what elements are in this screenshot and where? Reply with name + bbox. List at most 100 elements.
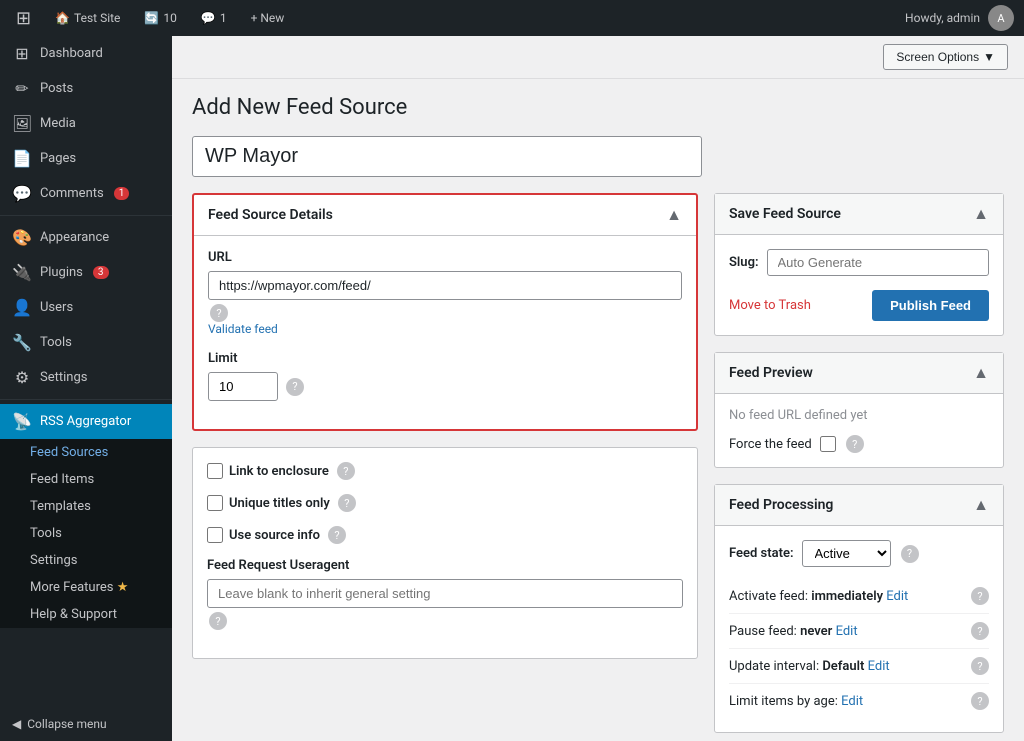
sidebar-sub-feed-sources[interactable]: Feed Sources — [0, 439, 172, 466]
screen-options-button[interactable]: Screen Options ▼ — [883, 44, 1008, 70]
user-greeting: Howdy, admin A — [905, 5, 1014, 31]
feed-state-select[interactable]: Active Paused Disabled — [802, 540, 891, 567]
sidebar-item-comments[interactable]: 💬 Comments 1 — [0, 176, 172, 211]
sidebar-item-tools[interactable]: 🔧 Tools — [0, 325, 172, 360]
collapse-menu[interactable]: ◀ Collapse menu — [0, 707, 172, 741]
save-feed-source-title: Save Feed Source — [729, 206, 841, 222]
sidebar-sub-tools[interactable]: Tools — [0, 520, 172, 547]
comments-link[interactable]: 💬 1 — [195, 0, 233, 36]
activate-feed-text: Activate feed: immediately Edit — [729, 589, 969, 604]
feed-source-details-metabox: Feed Source Details ▲ URL ? — [192, 193, 698, 431]
feed-state-help-icon[interactable]: ? — [901, 545, 919, 563]
pause-feed-edit-link[interactable]: Edit — [836, 624, 858, 639]
main-column: Feed Source Details ▲ URL ? — [192, 193, 698, 675]
link-to-enclosure-checkbox[interactable] — [207, 463, 223, 479]
feed-request-help-icon[interactable]: ? — [209, 612, 227, 630]
use-source-info-row: Use source info ? — [207, 526, 683, 544]
sidebar-divider-1 — [0, 215, 172, 216]
update-interval-text: Update interval: Default Edit — [729, 659, 969, 674]
slug-input[interactable] — [767, 249, 989, 276]
main-layout: ⊞ Dashboard ✏ Posts 🖼 Media 📄 Pages 💬 Co… — [0, 36, 1024, 741]
feed-preview-body: No feed URL defined yet Force the feed ? — [715, 394, 1003, 467]
force-feed-help-icon[interactable]: ? — [846, 435, 864, 453]
sidebar-item-posts[interactable]: ✏ Posts — [0, 71, 172, 106]
feed-state-row: Feed state: Active Paused Disabled ? — [729, 540, 989, 567]
feed-processing-header: Feed Processing ▲ — [715, 485, 1003, 526]
wordpress-icon: ⊞ — [16, 8, 31, 29]
admin-bar: ⊞ 🏠 Test Site 🔄 10 💬 1 + New Howdy, admi… — [0, 0, 1024, 36]
sidebar-sub-more-features[interactable]: More Features ★ — [0, 574, 172, 601]
url-label: URL — [208, 250, 682, 265]
activate-feed-edit-link[interactable]: Edit — [886, 589, 908, 604]
sidebar-item-plugins[interactable]: 🔌 Plugins 3 — [0, 255, 172, 290]
activate-feed-help-icon[interactable]: ? — [971, 587, 989, 605]
extra-options-metabox: Link to enclosure ? Unique titles only ? — [192, 447, 698, 659]
pause-feed-help-icon[interactable]: ? — [971, 622, 989, 640]
sidebar-item-dashboard[interactable]: ⊞ Dashboard — [0, 36, 172, 71]
move-to-trash-link[interactable]: Move to Trash — [729, 298, 811, 313]
feed-preview-toggle[interactable]: ▲ — [973, 363, 989, 383]
unique-titles-row: Unique titles only ? — [207, 494, 683, 512]
feed-request-label: Feed Request Useragent — [207, 558, 683, 573]
feed-source-details-toggle[interactable]: ▲ — [666, 205, 682, 225]
comments-badge: 1 — [114, 187, 130, 200]
sidebar-sub-templates[interactable]: Templates — [0, 493, 172, 520]
sidebar-sub-settings[interactable]: Settings — [0, 547, 172, 574]
validate-feed-link[interactable]: Validate feed — [208, 322, 278, 336]
update-interval-edit-link[interactable]: Edit — [868, 659, 890, 674]
feed-processing-panel: Feed Processing ▲ Feed state: Active Pau… — [714, 484, 1004, 733]
page-content: Add New Feed Source Feed Source Details … — [172, 79, 1024, 741]
limit-input[interactable] — [208, 372, 278, 401]
use-source-info-label: Use source info — [229, 528, 320, 543]
force-feed-row: Force the feed ? — [729, 435, 989, 453]
publish-feed-button[interactable]: Publish Feed — [872, 290, 989, 321]
sidebar: ⊞ Dashboard ✏ Posts 🖼 Media 📄 Pages 💬 Co… — [0, 36, 172, 741]
updates-icon: 🔄 — [144, 11, 159, 25]
use-source-info-help-icon[interactable]: ? — [328, 526, 346, 544]
sidebar-item-settings[interactable]: ⚙ Settings — [0, 360, 172, 395]
appearance-icon: 🎨 — [12, 228, 32, 247]
action-row: Move to Trash Publish Feed — [729, 290, 989, 321]
feed-request-input[interactable] — [207, 579, 683, 608]
url-help-icon[interactable]: ? — [210, 304, 228, 322]
new-content-link[interactable]: + New — [245, 0, 291, 36]
sidebar-item-appearance[interactable]: 🎨 Appearance — [0, 220, 172, 255]
feed-request-field-row: Feed Request Useragent ? — [207, 558, 683, 630]
activate-feed-row: Activate feed: immediately Edit ? — [729, 579, 989, 614]
sidebar-sub-help-support[interactable]: Help & Support — [0, 601, 172, 628]
sidebar-item-rss-aggregator[interactable]: 📡 RSS Aggregator — [0, 404, 172, 439]
unique-titles-checkbox[interactable] — [207, 495, 223, 511]
limit-items-edit-link[interactable]: Edit — [841, 694, 863, 709]
pause-feed-text: Pause feed: never Edit — [729, 624, 969, 639]
updates-link[interactable]: 🔄 10 — [138, 0, 182, 36]
settings-icon: ⚙ — [12, 368, 32, 387]
limit-items-text: Limit items by age: Edit — [729, 694, 969, 709]
link-to-enclosure-help-icon[interactable]: ? — [337, 462, 355, 480]
feed-processing-title: Feed Processing — [729, 497, 833, 513]
url-input[interactable] — [208, 271, 682, 300]
limit-items-help-icon[interactable]: ? — [971, 692, 989, 710]
feed-name-input[interactable] — [192, 136, 702, 177]
sidebar-item-pages[interactable]: 📄 Pages — [0, 141, 172, 176]
wp-logo[interactable]: ⊞ — [10, 0, 37, 36]
sidebar-item-media[interactable]: 🖼 Media — [0, 106, 172, 141]
link-to-enclosure-row: Link to enclosure ? — [207, 462, 683, 480]
plugins-icon: 🔌 — [12, 263, 32, 282]
limit-help-icon[interactable]: ? — [286, 378, 304, 396]
use-source-info-checkbox[interactable] — [207, 527, 223, 543]
feed-preview-title: Feed Preview — [729, 365, 813, 381]
sidebar-sub-feed-items[interactable]: Feed Items — [0, 466, 172, 493]
update-interval-help-icon[interactable]: ? — [971, 657, 989, 675]
force-feed-label: Force the feed — [729, 437, 812, 452]
sidebar-divider-2 — [0, 399, 172, 400]
feed-preview-panel: Feed Preview ▲ No feed URL defined yet F… — [714, 352, 1004, 468]
force-feed-checkbox[interactable] — [820, 436, 836, 452]
site-name-link[interactable]: 🏠 Test Site — [49, 0, 126, 36]
two-col-layout: Feed Source Details ▲ URL ? — [192, 193, 1004, 741]
sidebar-item-users[interactable]: 👤 Users — [0, 290, 172, 325]
save-feed-source-toggle[interactable]: ▲ — [973, 204, 989, 224]
dashboard-icon: ⊞ — [12, 44, 32, 63]
unique-titles-help-icon[interactable]: ? — [338, 494, 356, 512]
comment-icon: 💬 — [201, 11, 216, 25]
feed-processing-toggle[interactable]: ▲ — [973, 495, 989, 515]
